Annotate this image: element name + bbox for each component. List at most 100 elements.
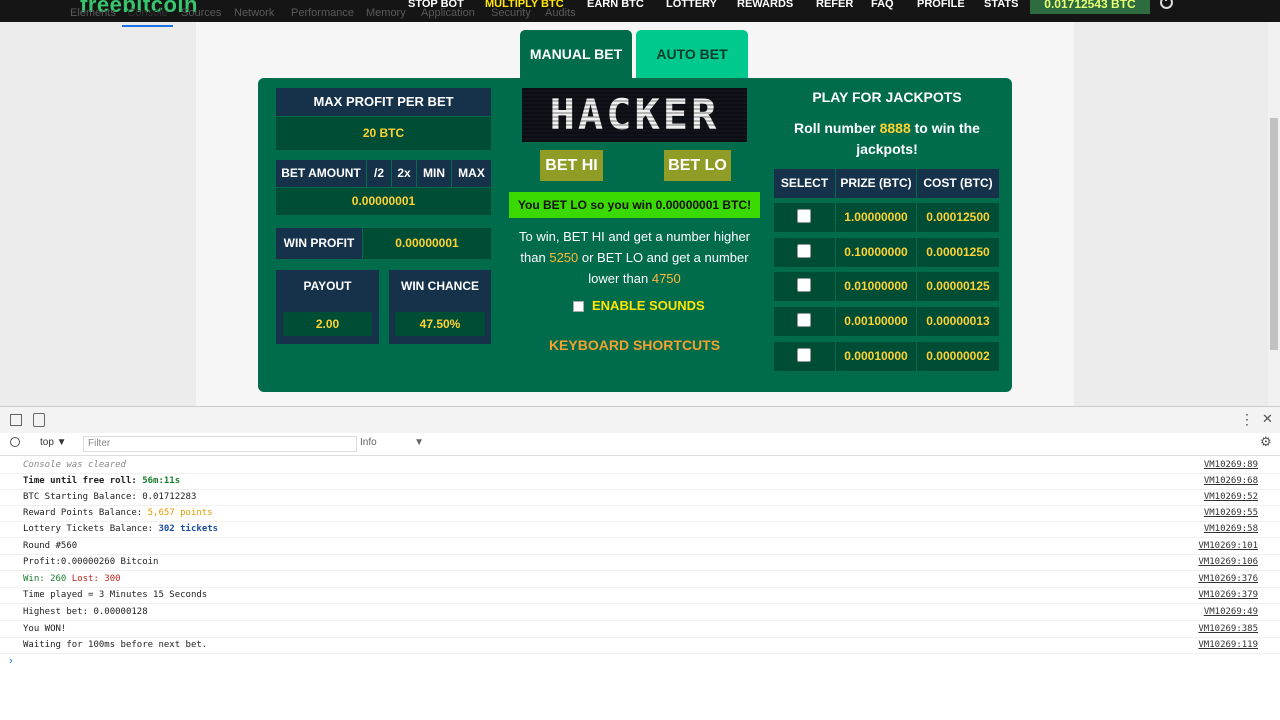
- devtools-tab-audits[interactable]: Audits: [545, 0, 576, 27]
- bet-amount-input[interactable]: 0.00000001: [276, 188, 491, 215]
- bet-hi-button[interactable]: BET HI: [540, 150, 603, 181]
- devtools-tab-security[interactable]: Security: [491, 0, 531, 27]
- max-profit-label: MAX PROFIT PER BET: [276, 88, 491, 116]
- tab-manual-bet[interactable]: MANUAL BET: [520, 30, 632, 78]
- bet-double-button[interactable]: 2x: [392, 160, 416, 187]
- nav-faq[interactable]: FAQ: [871, 0, 894, 14]
- console-log-row: Profit:0.00000260 Bitcoin VM10269:106: [0, 554, 1280, 571]
- win-chance-label: WIN CHANCE: [389, 270, 491, 302]
- jackpot-prize: 0.01000000: [836, 272, 916, 301]
- enable-sounds-toggle[interactable]: ENABLE SOUNDS: [573, 296, 705, 316]
- nav-profile[interactable]: PROFILE: [917, 0, 965, 14]
- console-filter-input[interactable]: Filter: [83, 436, 357, 452]
- bet-amount-label: BET AMOUNT: [276, 160, 366, 187]
- log-source-link[interactable]: VM10269:119: [1198, 637, 1258, 653]
- devtools-tab-network[interactable]: Network: [234, 0, 274, 27]
- nav-refer[interactable]: REFER: [816, 0, 853, 14]
- payout-label: PAYOUT: [276, 270, 379, 302]
- nav-rewards[interactable]: REWARDS: [737, 0, 793, 14]
- log-source-link[interactable]: VM10269:68: [1204, 473, 1258, 489]
- jackpot-checkbox[interactable]: [797, 244, 811, 258]
- console-log-row: BTC Starting Balance: 0.01712283 VM10269…: [0, 489, 1280, 506]
- context-selector[interactable]: top ▼: [40, 436, 67, 450]
- log-source-link[interactable]: VM10269:106: [1198, 554, 1258, 570]
- bet-half-button[interactable]: /2: [367, 160, 391, 187]
- win-profit-value: 0.00000001: [363, 228, 491, 259]
- bet-rules-text: To win, BET HI and get a number higher t…: [509, 226, 760, 289]
- jackpot-header-prize: PRIZE (BTC): [836, 169, 916, 198]
- devtools-tab-console[interactable]: Console: [122, 0, 173, 27]
- log-source-link[interactable]: VM10269:379: [1198, 587, 1258, 603]
- log-source-link[interactable]: VM10269:101: [1198, 538, 1258, 554]
- console-prompt-icon[interactable]: ›: [9, 655, 13, 667]
- log-level-selector[interactable]: Info ▼: [360, 436, 424, 450]
- console-log-row: Reward Points Balance: 5,657 points VM10…: [0, 505, 1280, 522]
- devtools-tab-application[interactable]: Application: [421, 0, 475, 27]
- enable-sounds-checkbox[interactable]: [573, 301, 584, 313]
- console-log-row: Lottery Tickets Balance: 302 tickets VM1…: [0, 521, 1280, 538]
- log-lost: Lost: 300: [71, 574, 121, 584]
- console-log-row: Highest bet: 0.00000128 VM10269:49: [0, 604, 1280, 621]
- clear-console-icon[interactable]: [10, 437, 20, 447]
- console-log-row: Round #560 VM10269:101: [0, 538, 1280, 555]
- bet-lo-button[interactable]: BET LO: [664, 150, 731, 181]
- inspect-icon[interactable]: [10, 414, 22, 426]
- devtools-tabbar: [0, 406, 1280, 435]
- context-label: top: [40, 437, 54, 448]
- jackpot-checkbox[interactable]: [797, 209, 811, 223]
- keyboard-shortcuts-link[interactable]: KEYBOARD SHORTCUTS: [509, 336, 760, 354]
- nav-balance: 0.01712543 BTC: [1030, 0, 1150, 14]
- devtools-tab-sources[interactable]: Sources: [181, 0, 221, 27]
- log-source-link[interactable]: VM10269:58: [1204, 521, 1258, 537]
- log-text: Console was cleared: [23, 460, 126, 470]
- log-level-label: Info: [360, 437, 377, 448]
- log-source-link[interactable]: VM10269:89: [1204, 457, 1258, 473]
- device-toggle-icon[interactable]: [33, 413, 45, 427]
- jackpot-header-cost: COST (BTC): [917, 169, 999, 198]
- log-text: Time played = 3 Minutes 15 Seconds: [23, 590, 208, 600]
- jackpot-checkbox[interactable]: [797, 348, 811, 362]
- more-options-icon[interactable]: ⋮: [1240, 412, 1254, 426]
- win-chance-input[interactable]: 47.50%: [395, 312, 485, 336]
- log-value: 5,657 points: [147, 508, 213, 518]
- bet-max-button[interactable]: MAX: [452, 160, 491, 187]
- devtools-tab-performance[interactable]: Performance: [291, 0, 354, 27]
- gear-icon[interactable]: ⚙: [1260, 435, 1272, 449]
- console-log-row: Win: 260 Lost: 300 VM10269:376: [0, 571, 1280, 588]
- log-source-link[interactable]: VM10269:385: [1198, 621, 1258, 637]
- page-scroll-thumb[interactable]: [1270, 118, 1278, 350]
- enable-sounds-label: ENABLE SOUNDS: [592, 298, 705, 313]
- hi-threshold: 5250: [549, 250, 579, 265]
- bet-min-button[interactable]: MIN: [417, 160, 451, 187]
- devtools-tab-elements[interactable]: Elements: [70, 0, 116, 27]
- log-source-link[interactable]: VM10269:49: [1204, 604, 1258, 620]
- log-source-link[interactable]: VM10269:52: [1204, 489, 1258, 505]
- nav-stats[interactable]: STATS: [984, 0, 1018, 14]
- lo-threshold: 4750: [651, 271, 681, 286]
- jackpot-cost: 0.00000125: [917, 272, 999, 301]
- console-log-row: Time until free roll: 56m:11s VM10269:68: [0, 473, 1280, 490]
- jackpot-prize: 0.00100000: [836, 307, 916, 336]
- log-text: Win: 260 Lost: 300: [23, 571, 121, 587]
- log-source-link[interactable]: VM10269:55: [1204, 505, 1258, 521]
- log-label: Time until free roll:: [23, 476, 143, 486]
- log-text: Round #560: [23, 541, 78, 551]
- nav-earn-btc[interactable]: EARN BTC: [587, 0, 644, 14]
- jackpot-checkbox[interactable]: [797, 313, 811, 327]
- chevron-down-icon: ▼: [414, 437, 424, 448]
- log-text: Waiting for 100ms before next bet.: [23, 640, 208, 650]
- devtools-tab-memory[interactable]: Memory: [366, 0, 406, 27]
- console-log-row: Time played = 3 Minutes 15 Seconds VM102…: [0, 587, 1280, 604]
- log-label: Lottery Tickets Balance:: [23, 524, 159, 534]
- close-icon[interactable]: ✕: [1262, 412, 1273, 426]
- bet-result-message: You BET LO so you win 0.00000001 BTC!: [509, 192, 760, 218]
- jackpot-number: 8888: [879, 120, 911, 136]
- log-text: Time until free roll: 56m:11s: [23, 473, 180, 489]
- tab-auto-bet[interactable]: AUTO BET: [636, 30, 748, 78]
- console-log-row: Console was cleared VM10269:89: [0, 457, 1280, 474]
- log-win: Win: 260: [23, 574, 67, 584]
- nav-lottery[interactable]: LOTTERY: [666, 0, 717, 14]
- log-source-link[interactable]: VM10269:376: [1198, 571, 1258, 587]
- payout-input[interactable]: 2.00: [283, 312, 372, 336]
- jackpot-checkbox[interactable]: [797, 278, 811, 292]
